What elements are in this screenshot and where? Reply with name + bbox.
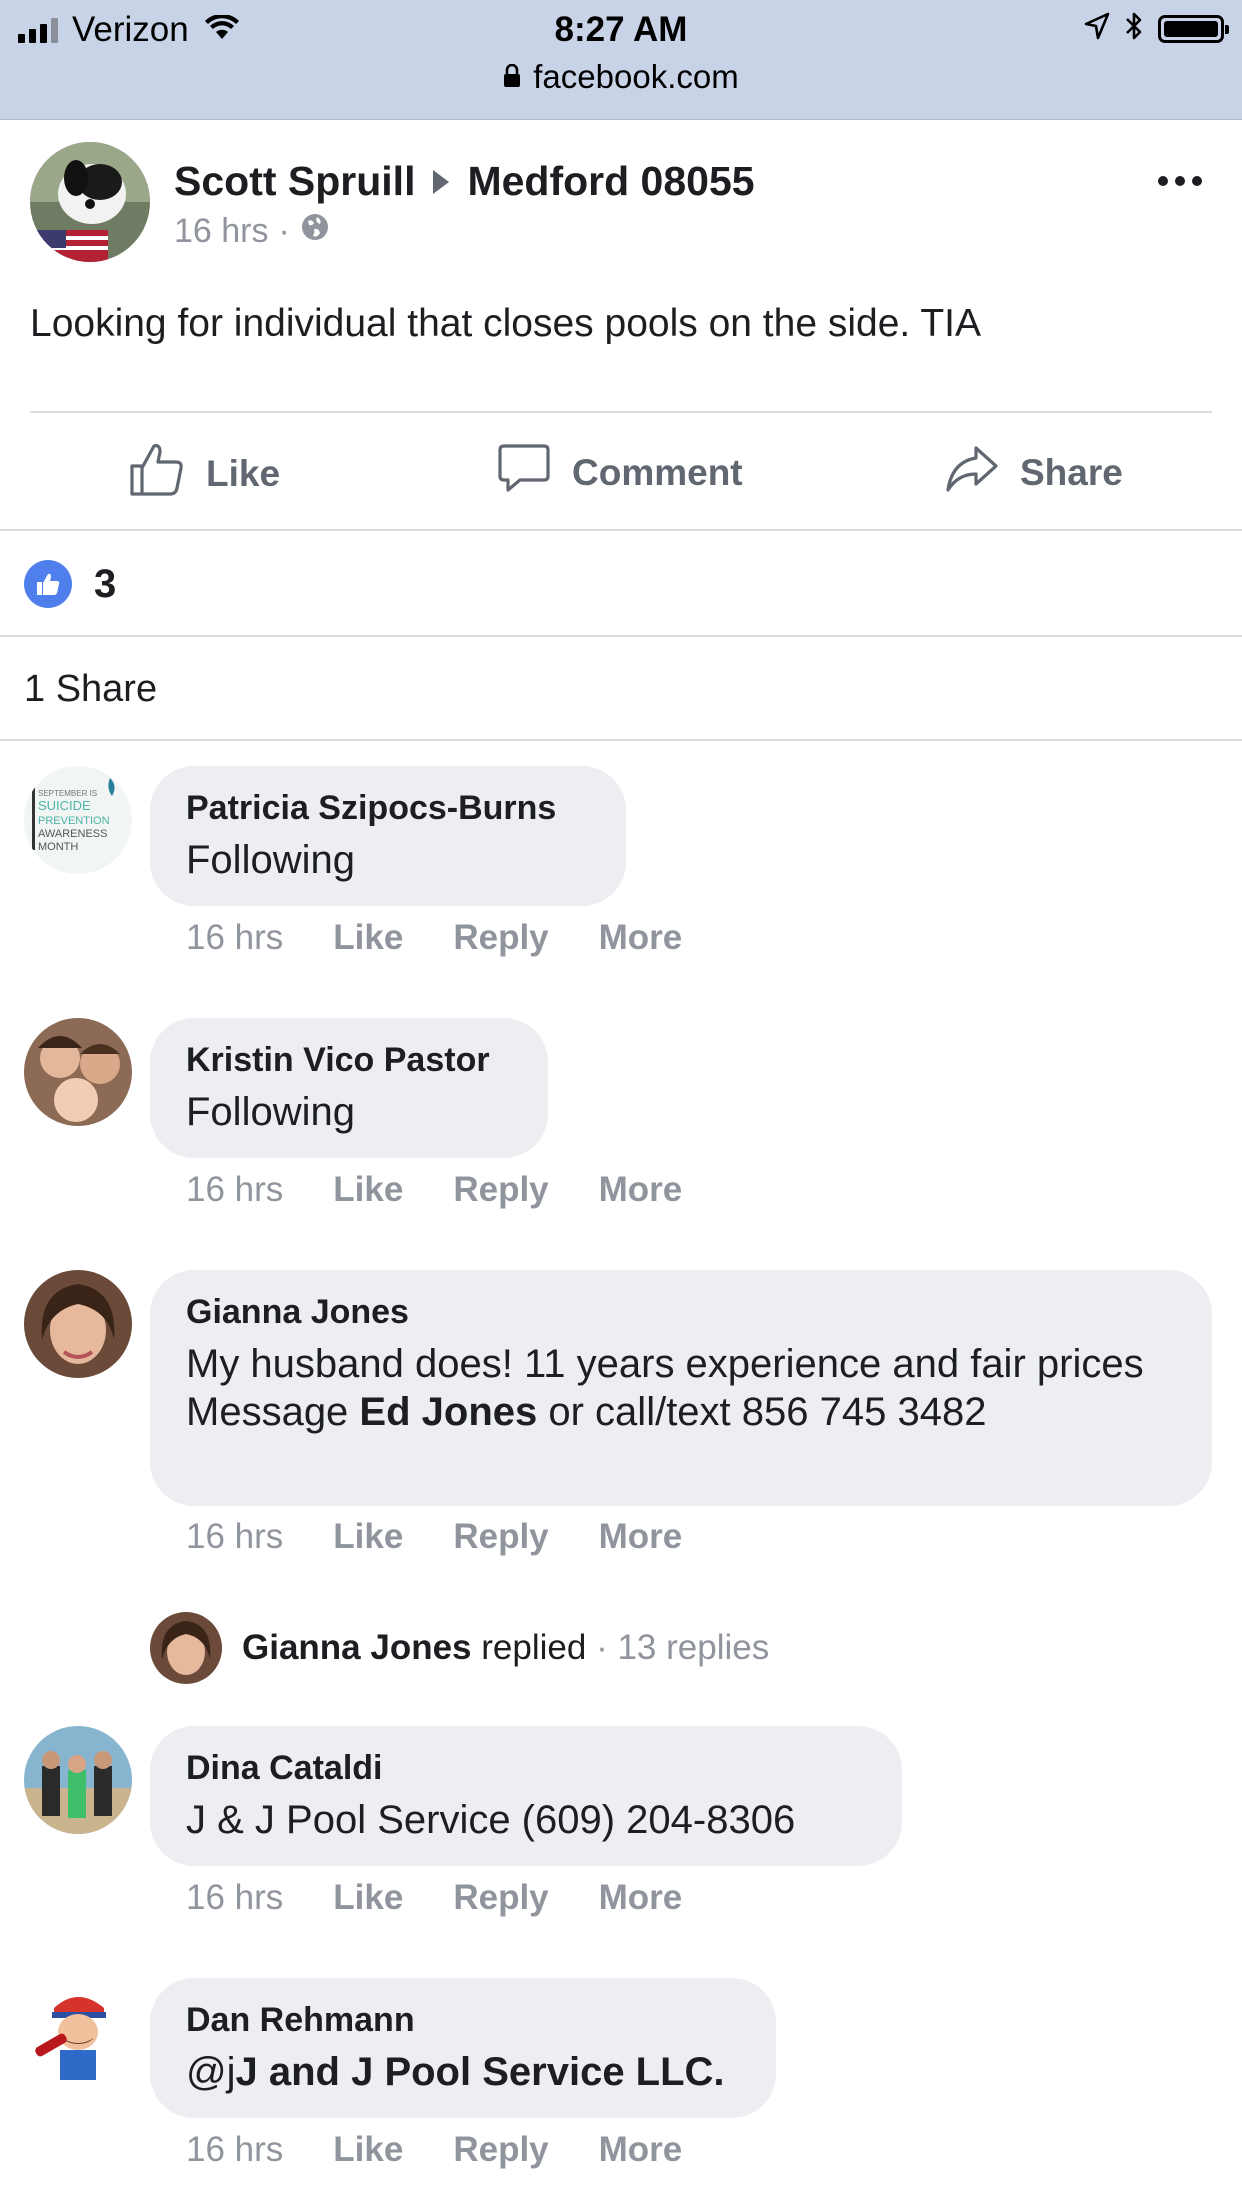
author-avatar[interactable]	[30, 142, 150, 262]
divider	[0, 739, 1242, 741]
post-meta: 16 hrs ·	[174, 212, 330, 251]
comment-reply-button[interactable]: Reply	[453, 1878, 548, 1918]
comment-more-button[interactable]: More	[599, 918, 683, 958]
divider	[0, 635, 1242, 637]
share-count[interactable]: 1 Share	[24, 668, 157, 711]
comment-actions: 16 hrs Like Reply More	[186, 918, 682, 958]
url-bar[interactable]: facebook.com	[0, 58, 1242, 96]
commenter-name[interactable]: Dan Rehmann	[186, 1998, 740, 2042]
comment-reply-button[interactable]: Reply	[453, 918, 548, 958]
comment-time[interactable]: 16 hrs	[186, 918, 283, 958]
comment-button[interactable]: Comment	[496, 440, 743, 505]
post-author-line: Scott Spruill Medford 08055	[174, 158, 755, 205]
post-time[interactable]: 16 hrs	[174, 212, 269, 251]
view-replies-link[interactable]: Gianna Jones replied · 13 replies	[150, 1612, 769, 1684]
comment-more-button[interactable]: More	[599, 2130, 683, 2170]
comment-text: Following	[186, 1090, 355, 1134]
like-reaction-icon	[24, 560, 72, 608]
comment-text: My husband does! 11 years experience and…	[186, 1340, 1176, 1436]
divider	[30, 411, 1212, 413]
divider	[0, 529, 1242, 531]
comment-more-button[interactable]: More	[599, 1878, 683, 1918]
globe-icon	[300, 212, 330, 251]
comment-text-suffix: or call/text 856 745 3482	[537, 1390, 987, 1434]
post-body: Looking for individual that closes pools…	[30, 302, 982, 345]
commenter-name[interactable]: Kristin Vico Pastor	[186, 1038, 512, 1082]
mention-prefix: @j	[186, 2050, 236, 2094]
reaction-count: 3	[94, 561, 117, 606]
mentioned-name[interactable]: Ed Jones	[359, 1390, 537, 1434]
comment-label: Comment	[572, 451, 743, 493]
commenter-avatar[interactable]	[24, 1270, 132, 1378]
commenter-avatar[interactable]	[24, 1726, 132, 1834]
comment-text: J & J Pool Service (609) 204-8306	[186, 1798, 796, 1842]
commenter-avatar[interactable]: SEPTEMBER IS SUICIDE PREVENTION AWARENES…	[24, 766, 132, 874]
comment-text-line: My husband does! 11 years experience and…	[186, 1342, 1144, 1386]
group-name[interactable]: Medford 08055	[467, 158, 754, 205]
comment-time[interactable]: 16 hrs	[186, 2130, 283, 2170]
comment-bubble: Kristin Vico Pastor Following	[150, 1018, 548, 1158]
share-button[interactable]: Share	[944, 440, 1123, 505]
reply-author: Gianna Jones	[242, 1628, 472, 1667]
triangle-right-icon	[433, 169, 450, 194]
like-button[interactable]: Like	[128, 440, 280, 507]
like-label: Like	[206, 452, 281, 494]
commenter-name[interactable]: Patricia Szipocs-Burns	[186, 786, 590, 830]
reply-count: · 13 replies	[596, 1628, 770, 1667]
comment-reply-button[interactable]: Reply	[453, 2130, 548, 2170]
comment-text: Following	[186, 838, 355, 882]
comment-like-button[interactable]: Like	[333, 918, 403, 958]
meta-separator: ·	[278, 212, 290, 250]
avatar-line: PREVENTION	[38, 815, 110, 827]
comment-time[interactable]: 16 hrs	[186, 1878, 283, 1918]
commenter-avatar[interactable]	[24, 1018, 132, 1126]
reply-action: replied	[481, 1628, 587, 1667]
post-options-icon[interactable]	[1158, 176, 1202, 186]
comment-reply-button[interactable]: Reply	[453, 1517, 548, 1557]
clock: 8:27 AM	[554, 10, 688, 49]
reaction-summary[interactable]: 3	[24, 560, 116, 608]
comment-bubble: Patricia Szipocs-Burns Following	[150, 766, 626, 906]
comment-like-button[interactable]: Like	[333, 1517, 403, 1557]
status-bar: Verizon 8:27 AM facebook.com	[0, 0, 1242, 120]
reply-avatar	[150, 1612, 222, 1684]
comment-bubble: Gianna Jones My husband does! 11 years e…	[150, 1270, 1212, 1506]
lock-icon	[503, 58, 521, 96]
comment-more-button[interactable]: More	[599, 1517, 683, 1557]
comment-text: @jJ and J Pool Service LLC.	[186, 2048, 740, 2096]
commenter-name[interactable]: Dina Cataldi	[186, 1746, 866, 1790]
avatar-line: MONTH	[38, 841, 78, 853]
comment-more-button[interactable]: More	[599, 1170, 683, 1210]
comment-actions: 16 hrs Like Reply More	[186, 1517, 682, 1557]
avatar-line: SUICIDE	[38, 798, 91, 813]
comment-time[interactable]: 16 hrs	[186, 1170, 283, 1210]
thumbs-up-icon	[128, 440, 186, 507]
status-icons	[1084, 10, 1229, 47]
comment-actions: 16 hrs Like Reply More	[186, 2130, 682, 2170]
avatar-line: SEPTEMBER IS	[38, 789, 97, 798]
comment-like-button[interactable]: Like	[333, 1878, 403, 1918]
share-arrow-icon	[944, 440, 1000, 505]
comment-actions: 16 hrs Like Reply More	[186, 1878, 682, 1918]
battery-icon	[1158, 14, 1229, 43]
comment-bubble: Dan Rehmann @jJ and J Pool Service LLC.	[150, 1978, 776, 2118]
author-name[interactable]: Scott Spruill	[174, 158, 415, 205]
comment-like-button[interactable]: Like	[333, 1170, 403, 1210]
commenter-avatar[interactable]	[24, 1978, 132, 2086]
share-label: Share	[1020, 451, 1123, 493]
url-text: facebook.com	[533, 58, 739, 95]
comment-bubble-icon	[496, 440, 552, 505]
commenter-name[interactable]: Gianna Jones	[186, 1290, 1176, 1334]
mentioned-page[interactable]: J and J Pool Service LLC.	[236, 2050, 725, 2094]
comment-like-button[interactable]: Like	[333, 2130, 403, 2170]
comment-actions: 16 hrs Like Reply More	[186, 1170, 682, 1210]
location-icon	[1084, 12, 1110, 45]
comment-bubble: Dina Cataldi J & J Pool Service (609) 20…	[150, 1726, 902, 1866]
avatar-line: AWARENESS	[38, 828, 107, 840]
comment-text-prefix: Message	[186, 1390, 360, 1434]
bluetooth-icon	[1124, 10, 1144, 47]
comment-time[interactable]: 16 hrs	[186, 1517, 283, 1557]
comment-reply-button[interactable]: Reply	[453, 1170, 548, 1210]
